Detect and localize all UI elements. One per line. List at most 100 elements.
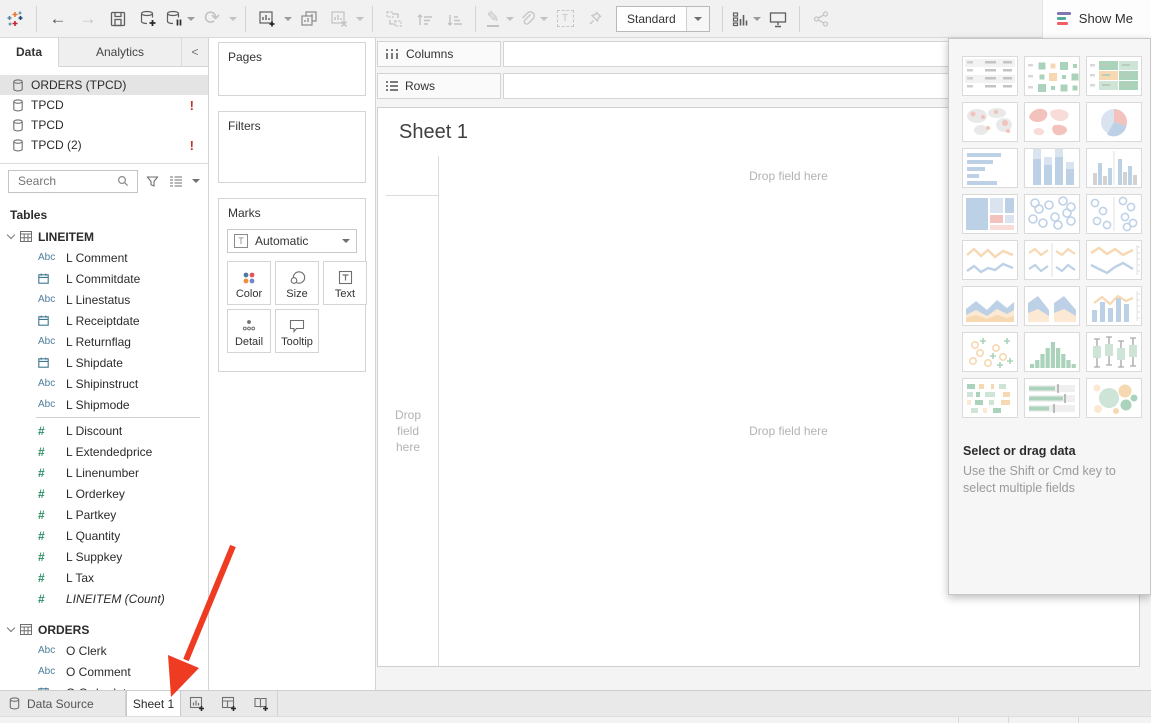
showme-side-by-side-bars-icon[interactable]	[1086, 148, 1142, 188]
color-button[interactable]: Color	[227, 261, 271, 305]
forward-icon[interactable]: →	[73, 4, 103, 34]
tab-data[interactable]: Data	[0, 38, 59, 67]
showme-continuous-lines-icon[interactable]	[962, 240, 1018, 280]
showme-gantt-icon[interactable]	[962, 378, 1018, 418]
showme-pie-chart-icon[interactable]	[1086, 102, 1142, 142]
field-item[interactable]: #L Suppkey	[0, 546, 208, 567]
presentation-icon[interactable]	[763, 4, 793, 34]
new-worksheet-tab-icon[interactable]	[181, 691, 213, 716]
field-item[interactable]: L Commitdate	[0, 268, 208, 289]
showme-continuous-area-icon[interactable]	[962, 286, 1018, 326]
showme-side-by-side-circles-icon[interactable]	[1086, 194, 1142, 234]
save-icon[interactable]	[103, 4, 133, 34]
sheet-1-tab[interactable]: Sheet 1	[126, 691, 181, 716]
fit-mode-select[interactable]: Standard	[616, 6, 710, 32]
tableau-logo-icon[interactable]	[0, 4, 30, 34]
new-story-tab-icon[interactable]	[245, 691, 277, 716]
showme-symbol-map-icon[interactable]	[962, 102, 1018, 142]
field-item[interactable]: #L Linenumber	[0, 462, 208, 483]
pages-card[interactable]: Pages	[218, 42, 366, 96]
showme-heat-map-icon[interactable]	[1024, 56, 1080, 96]
mark-type-select[interactable]: T Automatic	[227, 229, 357, 253]
swap-axes-icon[interactable]	[379, 4, 409, 34]
tab-analytics[interactable]: Analytics	[59, 38, 182, 66]
show-cards-caret[interactable]	[751, 4, 763, 34]
field-item[interactable]: #L Orderkey	[0, 483, 208, 504]
sort-ascending-icon[interactable]	[409, 4, 439, 34]
datasource-item[interactable]: ORDERS (TPCD)	[0, 75, 208, 95]
showme-filled-map-icon[interactable]	[1024, 102, 1080, 142]
field-item[interactable]: AbcL Shipinstruct	[0, 373, 208, 394]
field-item[interactable]: #L Discount	[0, 420, 208, 441]
back-icon[interactable]: ←	[43, 4, 73, 34]
drop-zone-rows[interactable]: Drop field here	[378, 196, 438, 666]
field-item[interactable]: O Orderdate	[0, 682, 208, 690]
showme-highlight-table-icon[interactable]	[1086, 56, 1142, 96]
clear-sheet-caret[interactable]	[354, 4, 366, 34]
field-item[interactable]: L Receiptdate	[0, 310, 208, 331]
duplicate-sheet-icon[interactable]	[294, 4, 324, 34]
field-item[interactable]: #LINEITEM (Count)	[0, 588, 208, 609]
showme-stacked-bars-icon[interactable]	[1024, 148, 1080, 188]
refresh-caret[interactable]	[227, 4, 239, 34]
showme-circle-views-icon[interactable]	[1024, 194, 1080, 234]
data-source-tab[interactable]: Data Source	[0, 691, 126, 716]
collapse-chevron-icon[interactable]	[7, 624, 15, 632]
highlight-icon[interactable]: ✎	[482, 4, 504, 34]
show-cards-icon[interactable]	[729, 4, 751, 34]
text-button[interactable]: Text	[323, 261, 367, 305]
datasource-item[interactable]: TPCD	[0, 115, 208, 135]
field-item[interactable]: AbcO Clerk	[0, 640, 208, 661]
showme-treemap-icon[interactable]	[962, 194, 1018, 234]
pause-updates-caret[interactable]	[185, 4, 197, 34]
clear-sheet-icon[interactable]	[324, 4, 354, 34]
pin-icon[interactable]	[580, 4, 610, 34]
new-dashboard-tab-icon[interactable]	[213, 691, 245, 716]
showme-horizontal-bars-icon[interactable]	[962, 148, 1018, 188]
showme-box-and-whisker-icon[interactable]	[1086, 332, 1142, 372]
field-item[interactable]: #L Tax	[0, 567, 208, 588]
show-me-button[interactable]: Show Me	[1042, 0, 1151, 38]
showme-text-table-icon[interactable]	[962, 56, 1018, 96]
showme-histogram-icon[interactable]	[1024, 332, 1080, 372]
view-options-icon[interactable]	[166, 170, 186, 192]
filters-card[interactable]: Filters	[218, 111, 366, 183]
highlight-caret[interactable]	[504, 4, 516, 34]
table-header-orders[interactable]: ORDERS	[0, 619, 208, 640]
fit-mode-caret[interactable]	[686, 7, 709, 31]
sort-descending-icon[interactable]	[439, 4, 469, 34]
search-field[interactable]	[16, 173, 113, 189]
field-item[interactable]: AbcL Returnflag	[0, 331, 208, 352]
detail-button[interactable]: Detail	[227, 309, 271, 353]
paperclip-caret[interactable]	[538, 4, 550, 34]
text-label-icon[interactable]: T	[550, 4, 580, 34]
field-item[interactable]: AbcL Shipmode	[0, 394, 208, 415]
field-item[interactable]: L Shipdate	[0, 352, 208, 373]
filter-fields-icon[interactable]	[142, 170, 162, 192]
paperclip-icon[interactable]	[516, 4, 538, 34]
datasource-item[interactable]: TPCD (2)!	[0, 135, 208, 155]
showme-bullet-graph-icon[interactable]	[1024, 378, 1080, 418]
showme-discrete-area-icon[interactable]	[1024, 286, 1080, 326]
table-header-lineitem[interactable]: LINEITEM	[0, 226, 208, 247]
collapse-chevron-icon[interactable]	[7, 231, 15, 239]
field-item[interactable]: AbcL Linestatus	[0, 289, 208, 310]
field-item[interactable]: #L Partkey	[0, 504, 208, 525]
tooltip-button[interactable]: Tooltip	[275, 309, 319, 353]
showme-discrete-lines-icon[interactable]	[1024, 240, 1080, 280]
datasource-item[interactable]: TPCD!	[0, 95, 208, 115]
pause-updates-icon[interactable]	[163, 4, 185, 34]
refresh-icon[interactable]: ⟳	[197, 4, 227, 34]
share-icon[interactable]	[806, 4, 836, 34]
showme-scatter-plot-icon[interactable]	[962, 332, 1018, 372]
new-worksheet-caret[interactable]	[282, 4, 294, 34]
field-item[interactable]: #L Extendedprice	[0, 441, 208, 462]
new-worksheet-icon[interactable]	[252, 4, 282, 34]
showme-packed-bubbles-icon[interactable]	[1086, 378, 1142, 418]
field-item[interactable]: AbcL Comment	[0, 247, 208, 268]
view-options-caret[interactable]	[190, 170, 202, 192]
collapse-pane-icon[interactable]: <	[182, 38, 208, 66]
showme-dual-lines-icon[interactable]	[1086, 240, 1142, 280]
field-item[interactable]: AbcO Comment	[0, 661, 208, 682]
search-input[interactable]	[8, 170, 138, 193]
